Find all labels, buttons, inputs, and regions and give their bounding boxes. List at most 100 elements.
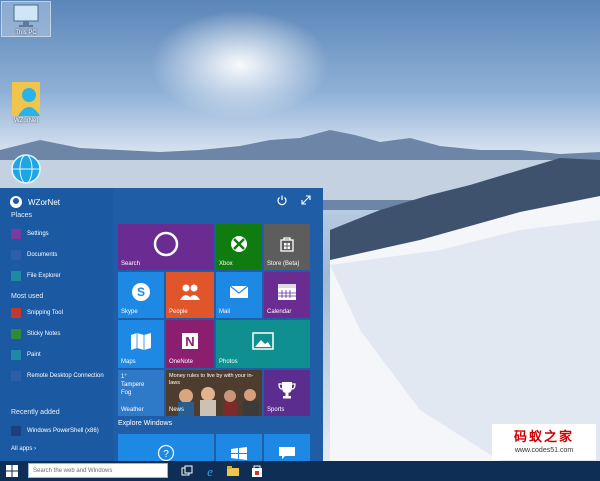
- start-item-settings[interactable]: Settings: [11, 229, 49, 239]
- onenote-icon: N: [182, 333, 198, 350]
- weather-temp: 1°: [121, 374, 127, 380]
- user-name: WZorNet: [28, 197, 60, 207]
- tile-label: Sports: [267, 407, 285, 413]
- internet-explorer-icon[interactable]: e: [203, 464, 217, 478]
- start-item-documents[interactable]: Documents: [11, 250, 57, 260]
- tile-label: Xbox: [219, 261, 233, 267]
- skype-icon: S: [132, 283, 150, 302]
- tile-photos[interactable]: Photos: [216, 320, 310, 368]
- places-header: Places: [11, 212, 33, 219]
- tile-label: Store (Beta): [267, 261, 300, 267]
- desktop-icon-network[interactable]: [2, 152, 50, 186]
- watermark-url: www.codes51.com: [514, 447, 574, 454]
- maps-icon: [131, 333, 151, 351]
- weather-city: Tampere: [121, 382, 145, 388]
- taskbar: Search the web and Windows e: [0, 461, 600, 481]
- remote-desktop-icon: [11, 371, 21, 381]
- start-item-label: Paint: [27, 352, 41, 358]
- calendar-icon: [278, 284, 296, 301]
- task-view-icon[interactable]: [180, 464, 194, 478]
- tile-mail[interactable]: Mail: [216, 272, 262, 318]
- weather-condition: Fog: [121, 390, 132, 396]
- tile-news[interactable]: Money rules to live by with your in-laws…: [166, 370, 262, 416]
- svg-text:S: S: [137, 285, 145, 299]
- sticky-notes-icon: [11, 329, 21, 339]
- tile-xbox[interactable]: Xbox: [216, 224, 262, 270]
- xbox-icon: [231, 236, 247, 253]
- start-item-powershell[interactable]: Windows PowerShell (x86): [11, 426, 99, 436]
- svg-text:N: N: [185, 334, 194, 349]
- start-item-file-explorer[interactable]: File Explorer: [11, 271, 61, 281]
- tile-label: Weather: [121, 407, 144, 413]
- start-user-account[interactable]: WZorNet: [10, 196, 60, 208]
- tile-store[interactable]: Store (Beta): [264, 224, 310, 270]
- settings-icon: [11, 229, 21, 239]
- taskbar-search-box[interactable]: Search the web and Windows: [28, 463, 168, 478]
- tile-label: Photos: [219, 359, 238, 365]
- start-button[interactable]: [5, 464, 19, 478]
- store-icon[interactable]: [250, 464, 264, 478]
- tile-people[interactable]: People: [166, 272, 214, 318]
- chat-bubble-icon: [279, 446, 295, 459]
- start-item-label: Windows PowerShell (x86): [27, 428, 99, 434]
- start-item-remote-desktop[interactable]: Remote Desktop Connection: [11, 371, 104, 381]
- tile-windows-feedback[interactable]: [216, 434, 262, 461]
- tile-label: News: [169, 407, 185, 413]
- desktop-icon-label: WZorNet: [14, 118, 38, 124]
- tile-label: People: [169, 309, 188, 315]
- start-item-paint[interactable]: Paint: [11, 350, 41, 360]
- tile-onenote[interactable]: N OneNote: [166, 320, 214, 368]
- expand-icon[interactable]: [300, 194, 312, 206]
- tile-skype[interactable]: S Skype: [118, 272, 164, 318]
- tile-label: Search: [121, 261, 141, 267]
- start-item-label: Snipping Tool: [27, 310, 63, 316]
- svg-text:e: e: [207, 464, 213, 478]
- store-bag-icon: [280, 237, 294, 252]
- documents-icon: [11, 250, 21, 260]
- computer-icon: [13, 4, 39, 27]
- start-item-snipping-tool[interactable]: Snipping Tool: [11, 308, 63, 318]
- tile-sports[interactable]: Sports: [264, 370, 310, 416]
- avatar: [10, 196, 22, 208]
- tile-search[interactable]: Search: [118, 224, 214, 270]
- tile-label: Calendar: [267, 309, 292, 315]
- watermark-badge: 码蚁之家 www.codes51.com: [492, 424, 596, 460]
- windows-logo-icon: [231, 446, 247, 460]
- start-item-label: Settings: [27, 231, 49, 237]
- watermark-title: 码蚁之家: [513, 429, 574, 444]
- power-icon[interactable]: [276, 194, 288, 206]
- tile-maps[interactable]: Maps: [118, 320, 164, 368]
- trophy-icon: [278, 382, 296, 399]
- start-item-label: Sticky Notes: [27, 331, 61, 337]
- file-explorer-icon[interactable]: [226, 464, 240, 478]
- desktop-icon-label: This PC: [15, 30, 37, 36]
- tile-label: Mail: [219, 309, 231, 315]
- start-item-label: File Explorer: [27, 273, 61, 279]
- help-question-icon: ?: [157, 444, 175, 461]
- tile-calendar[interactable]: Calendar: [264, 272, 310, 318]
- start-item-sticky-notes[interactable]: Sticky Notes: [11, 329, 60, 339]
- powershell-icon: [11, 426, 21, 436]
- mail-envelope-icon: [229, 285, 249, 299]
- tile-label: OneNote: [169, 359, 194, 365]
- tile-label: Maps: [121, 359, 136, 365]
- most-used-header: Most used: [11, 293, 44, 300]
- desktop-icon-user-folder[interactable]: WZorNet: [2, 78, 50, 124]
- paint-icon: [11, 350, 21, 360]
- svg-text:?: ?: [163, 449, 169, 460]
- tile-weather[interactable]: 1° Tampere Fog Weather: [118, 370, 164, 416]
- folder-icon: [11, 271, 21, 281]
- people-icon: [180, 284, 200, 301]
- tile-feedback[interactable]: [264, 434, 310, 461]
- user-folder-icon: [12, 82, 40, 116]
- desktop-icon-this-pc[interactable]: This PC: [1, 1, 51, 37]
- tile-get-started[interactable]: ?: [118, 434, 214, 461]
- explore-windows-header: Explore Windows: [118, 420, 173, 427]
- start-left-pane: WZorNet Places Settings Documents File E…: [0, 188, 113, 461]
- start-item-label: Documents: [27, 252, 58, 258]
- recently-added-header: Recently added: [11, 409, 60, 416]
- photos-icon: [252, 332, 274, 350]
- start-item-label: Remote Desktop Connection: [27, 373, 104, 379]
- all-apps-link[interactable]: All apps ›: [11, 446, 36, 452]
- tile-label: Skype: [121, 309, 138, 315]
